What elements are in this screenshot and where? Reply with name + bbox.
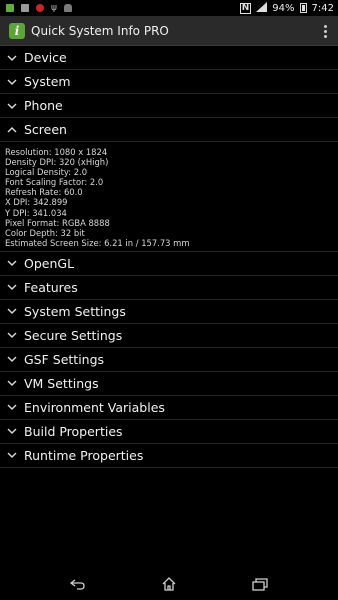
- detail-pixel-format: Pixel Format: RGBA 8888: [5, 217, 110, 228]
- back-icon[interactable]: [69, 576, 87, 592]
- chevron-down-icon: [0, 55, 24, 61]
- navigation-bar: [0, 568, 338, 600]
- chevron-down-icon: [0, 284, 24, 291]
- section-label: OpenGL: [24, 255, 75, 271]
- red-app-icon: [36, 4, 44, 12]
- section-label: Build Properties: [24, 423, 123, 439]
- app-bar: i Quick System Info PRO: [0, 16, 338, 46]
- status-bar: ψ N 94% 7:42: [0, 0, 338, 16]
- section-secure-settings[interactable]: Secure Settings: [0, 324, 338, 348]
- section-label: Features: [24, 279, 78, 295]
- chevron-down-icon: [0, 103, 24, 109]
- section-label: Environment Variables: [24, 399, 165, 415]
- section-runtime-properties[interactable]: Runtime Properties: [0, 444, 338, 468]
- clock: 7:42: [311, 2, 334, 14]
- system-icons: N 94% 7:42: [239, 0, 334, 16]
- chevron-down-icon: [0, 79, 24, 85]
- battery-percent: 94%: [272, 2, 295, 14]
- detail-color-depth: Color Depth: 32 bit: [5, 227, 85, 238]
- section-label: Device: [24, 50, 67, 65]
- detail-font-scaling: Font Scaling Factor: 2.0: [5, 177, 104, 188]
- chevron-down-icon: [0, 308, 24, 315]
- detail-resolution: Resolution: 1080 x 1824: [5, 147, 108, 157]
- section-environment-variables[interactable]: Environment Variables: [0, 396, 338, 420]
- section-label: System: [24, 74, 71, 89]
- section-label: GSF Settings: [24, 351, 105, 367]
- category-list: Device System Phone Screen Resolution: 1…: [0, 46, 338, 468]
- chevron-down-icon: [0, 428, 24, 435]
- nfc-icon: N: [239, 2, 252, 14]
- section-label: Secure Settings: [24, 327, 123, 343]
- section-screen[interactable]: Screen: [0, 118, 338, 142]
- detail-screen-size: Estimated Screen Size: 6.21 in / 157.73 …: [5, 237, 190, 248]
- app-info-icon[interactable]: i: [9, 22, 25, 39]
- screen-details: Resolution: 1080 x 1824 Density DPI: 320…: [0, 142, 338, 252]
- section-vm-settings[interactable]: VM Settings: [0, 372, 338, 396]
- chevron-down-icon: [0, 380, 24, 387]
- grey-app-icon: [21, 4, 29, 12]
- overflow-menu-icon[interactable]: [320, 22, 330, 40]
- green-app-icon: [6, 4, 14, 12]
- detail-x-dpi: X DPI: 342.899: [5, 197, 68, 208]
- battery-icon: [299, 3, 307, 13]
- detail-logical-density: Logical Density: 2.0: [5, 167, 88, 178]
- section-label: System Settings: [24, 303, 126, 319]
- chevron-down-icon: [0, 452, 24, 459]
- chevron-down-icon: [0, 260, 24, 267]
- section-label: Phone: [24, 98, 63, 113]
- section-label: VM Settings: [24, 375, 99, 391]
- chevron-down-icon: [0, 332, 24, 339]
- recent-apps-icon[interactable]: [251, 576, 269, 592]
- android-icon: [63, 4, 72, 12]
- app-title: Quick System Info PRO: [31, 23, 169, 38]
- section-system-settings[interactable]: System Settings: [0, 300, 338, 324]
- section-phone[interactable]: Phone: [0, 94, 338, 118]
- detail-refresh-rate: Refresh Rate: 60.0: [5, 187, 83, 198]
- section-opengl[interactable]: OpenGL: [0, 252, 338, 276]
- signal-icon: [256, 1, 268, 15]
- notification-icons: ψ: [0, 3, 72, 13]
- home-icon[interactable]: [160, 576, 178, 592]
- detail-y-dpi: Y DPI: 341.034: [5, 207, 67, 218]
- section-label: Screen: [24, 122, 67, 137]
- section-build-properties[interactable]: Build Properties: [0, 420, 338, 444]
- section-label: Runtime Properties: [24, 447, 144, 463]
- section-features[interactable]: Features: [0, 276, 338, 300]
- detail-density-dpi: Density DPI: 320 (xHigh): [5, 157, 109, 168]
- usb-icon: ψ: [51, 3, 57, 13]
- section-device[interactable]: Device: [0, 46, 338, 70]
- chevron-down-icon: [0, 404, 24, 411]
- section-gsf-settings[interactable]: GSF Settings: [0, 348, 338, 372]
- chevron-down-icon: [0, 356, 24, 363]
- section-system[interactable]: System: [0, 70, 338, 94]
- chevron-up-icon: [0, 126, 24, 133]
